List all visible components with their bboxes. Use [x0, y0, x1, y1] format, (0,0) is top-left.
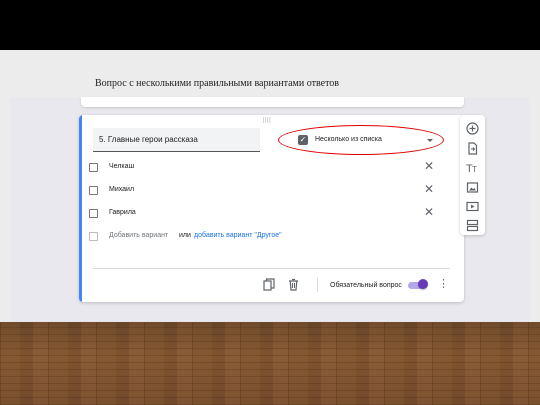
option-checkbox	[89, 209, 98, 218]
option-checkbox	[89, 186, 98, 195]
more-options-icon[interactable]: ⋮	[438, 277, 449, 290]
remove-option-icon[interactable]: ✕	[424, 159, 434, 173]
svg-text:T: T	[472, 165, 477, 174]
remove-option-icon[interactable]: ✕	[424, 205, 434, 219]
import-questions-icon[interactable]	[466, 142, 479, 155]
option-row[interactable]: Гаврила ✕	[89, 205, 449, 221]
duplicate-icon[interactable]	[263, 278, 275, 291]
slide-title: Вопрос с несколькими правильными вариант…	[95, 78, 340, 89]
question-type-select[interactable]: ✓ Несколько из списка	[278, 125, 444, 155]
required-toggle-knob[interactable]	[418, 279, 428, 289]
add-option-checkbox	[89, 232, 98, 241]
footer-divider	[93, 268, 450, 269]
question-type-label: Несколько из списка	[315, 136, 382, 143]
previous-question-card	[81, 97, 464, 107]
option-checkbox	[89, 163, 98, 172]
slide: Вопрос с несколькими правильными вариант…	[0, 50, 540, 322]
delete-icon[interactable]	[288, 278, 299, 291]
add-section-icon[interactable]	[466, 219, 479, 232]
add-option-or: или	[179, 232, 191, 239]
add-other-option-link[interactable]: добавить вариант "Другое"	[194, 232, 282, 239]
form-area: ⠿⠿ 5. Главные герои рассказа ✓ Несколько…	[10, 97, 530, 322]
required-label: Обязательный вопрос	[330, 282, 402, 289]
side-toolbar: T T	[460, 115, 485, 235]
option-label[interactable]: Челкаш	[109, 163, 134, 170]
add-option-link[interactable]: Добавить вариант	[109, 232, 168, 239]
add-question-icon[interactable]	[466, 122, 479, 135]
option-row[interactable]: Челкаш ✕	[89, 159, 449, 175]
dropdown-arrow-icon	[427, 139, 433, 142]
drag-handle-icon[interactable]: ⠿⠿	[262, 117, 271, 125]
question-card[interactable]: ⠿⠿ 5. Главные герои рассказа ✓ Несколько…	[79, 115, 464, 302]
question-title-field[interactable]: 5. Главные герои рассказа	[93, 128, 260, 152]
footer-separator	[317, 278, 318, 292]
question-title[interactable]: 5. Главные герои рассказа	[99, 135, 198, 144]
option-label[interactable]: Михаил	[109, 186, 134, 193]
active-card-accent	[79, 115, 82, 302]
option-label[interactable]: Гаврила	[109, 209, 136, 216]
remove-option-icon[interactable]: ✕	[424, 182, 434, 196]
add-video-icon[interactable]	[466, 200, 479, 213]
add-image-icon[interactable]	[466, 181, 479, 194]
wooden-floor-background	[0, 322, 540, 405]
checkbox-type-icon: ✓	[298, 135, 308, 145]
add-title-icon[interactable]: T T	[466, 161, 479, 174]
option-row[interactable]: Михаил ✕	[89, 182, 449, 198]
add-option-row: Добавить вариант или добавить вариант "Д…	[89, 230, 449, 244]
